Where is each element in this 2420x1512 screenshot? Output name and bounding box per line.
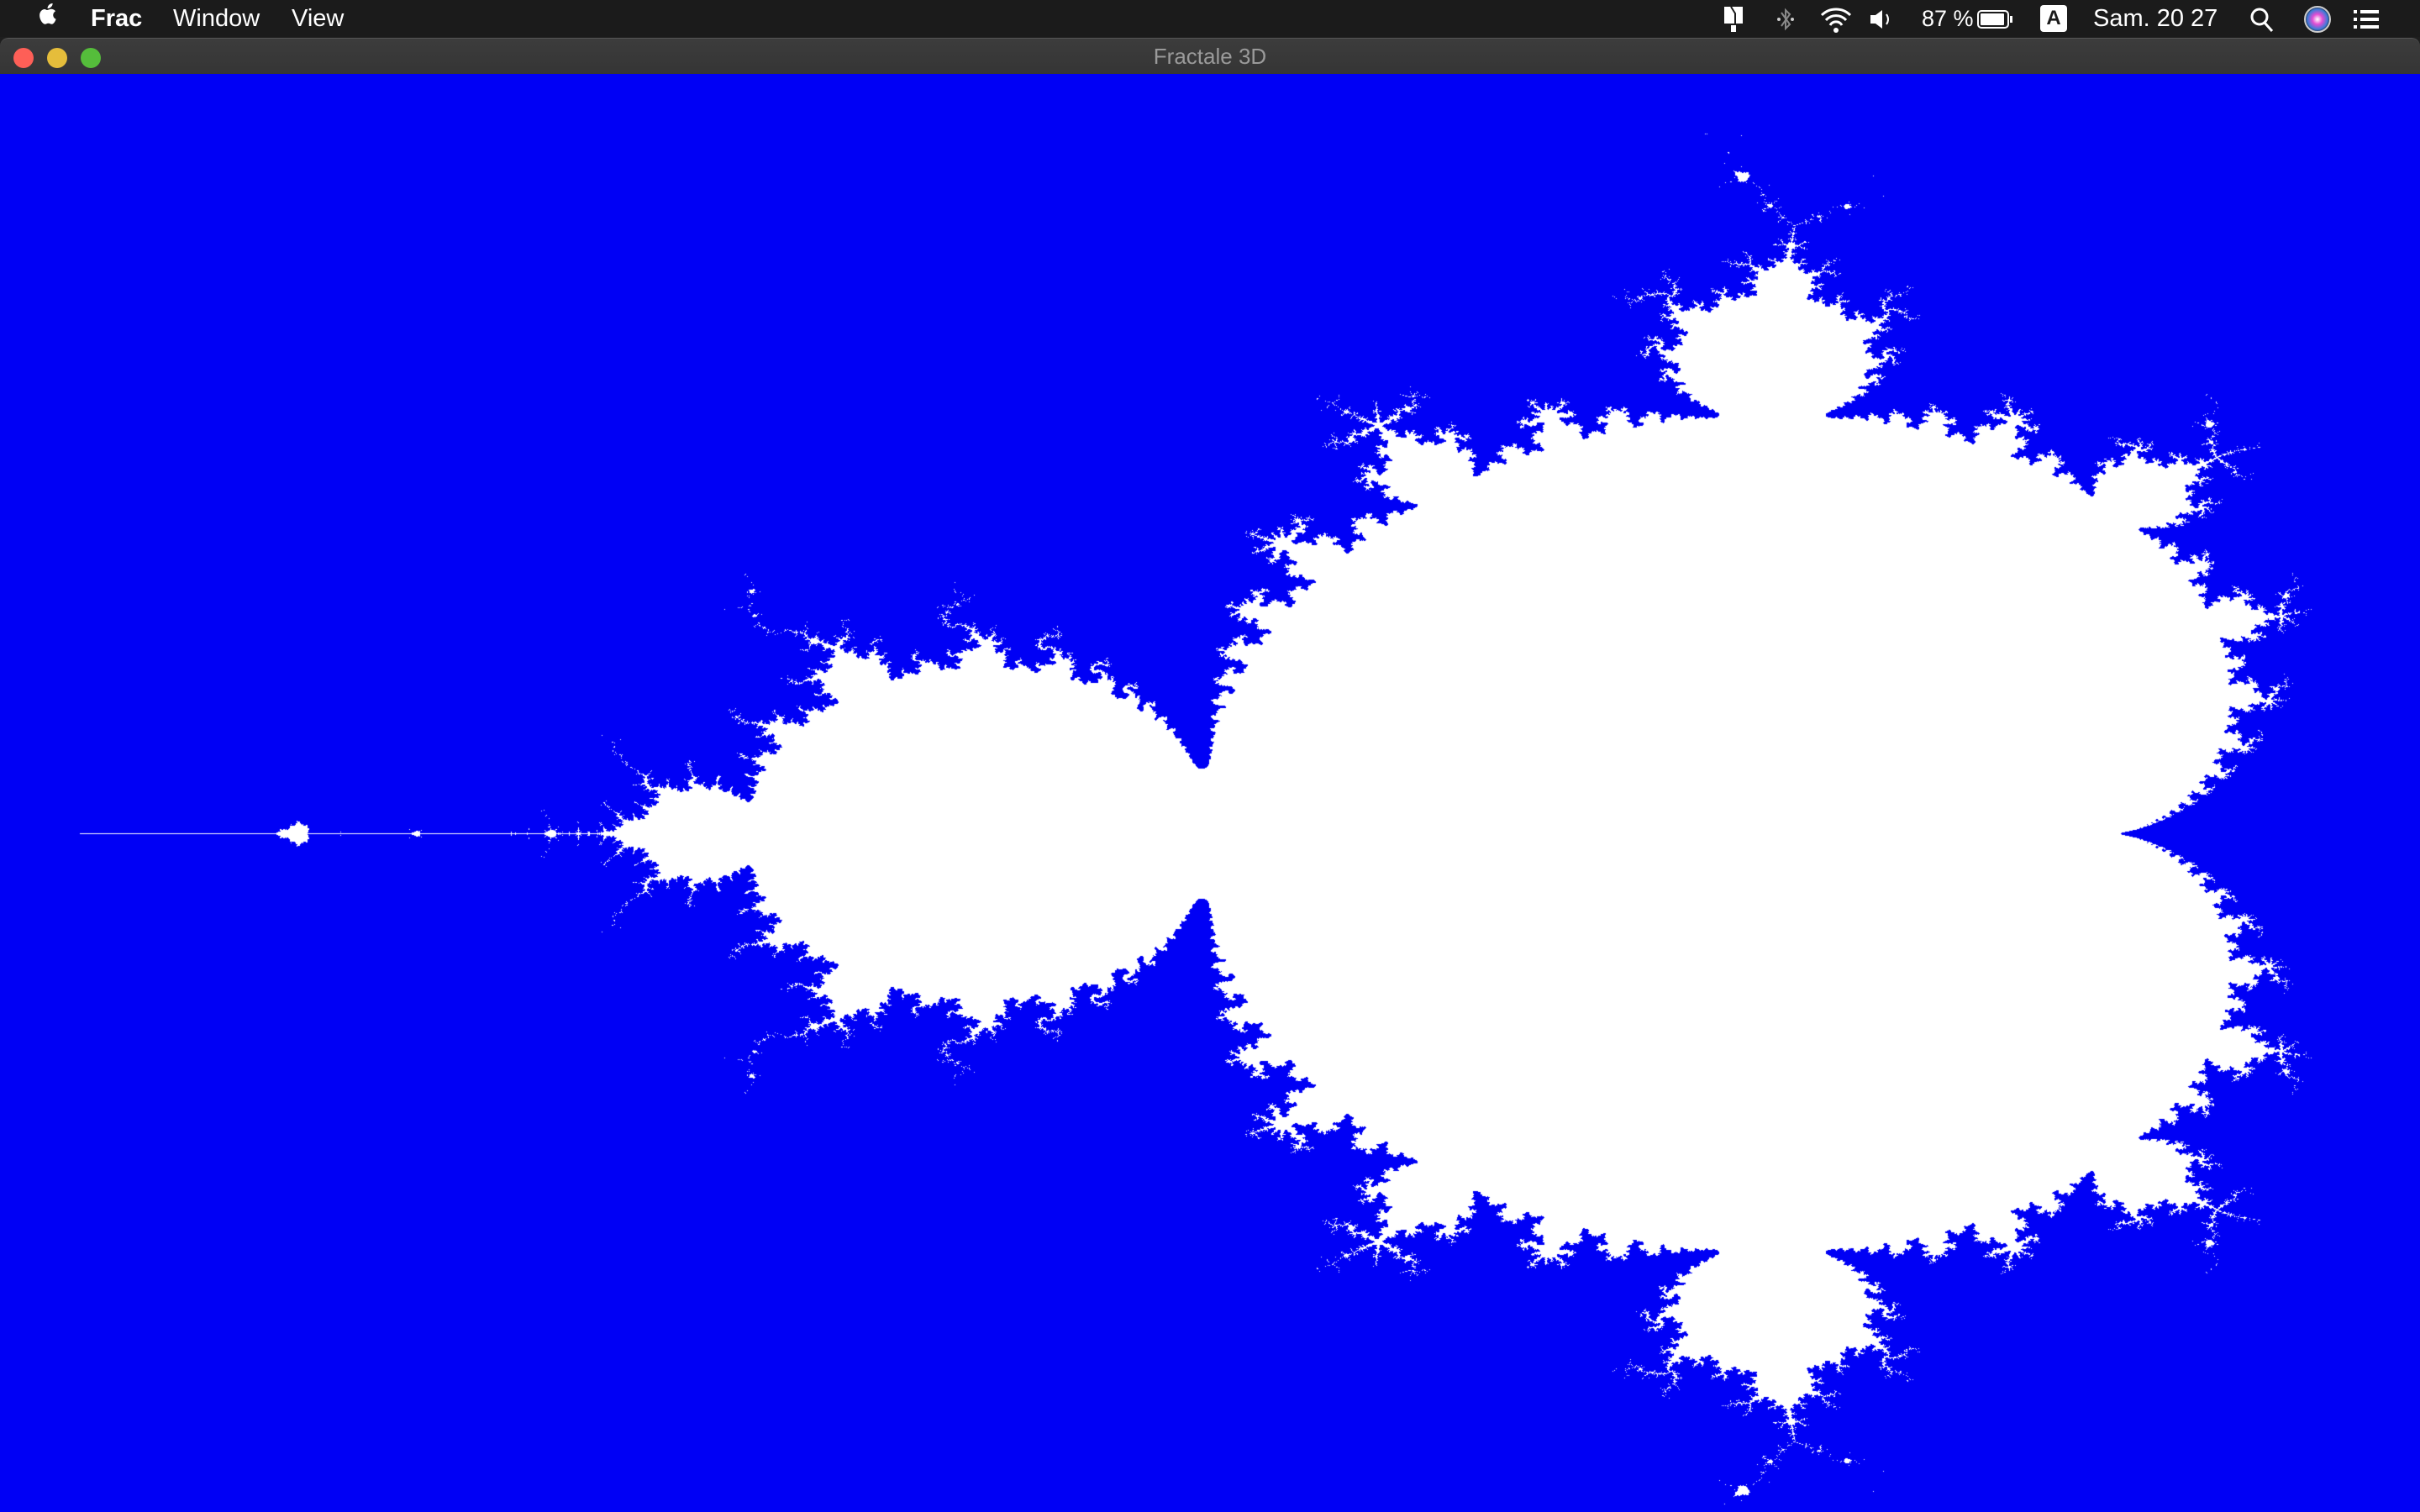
battery-percent[interactable]: 87 %	[1922, 0, 1974, 37]
spotlight-search-icon[interactable]	[2249, 5, 2275, 34]
mandelbrot-canvas[interactable]	[0, 74, 2420, 1512]
siri-icon[interactable]	[2303, 5, 2332, 34]
window-title: Fractale 3D	[1153, 44, 1267, 69]
battery-icon[interactable]	[1976, 7, 2015, 32]
clock[interactable]: Sam. 20 27	[2093, 0, 2217, 37]
menu-bar: Frac Window View 87 % A Sam. 20 27	[0, 0, 2420, 37]
bluetooth-icon[interactable]	[1776, 5, 1796, 34]
wifi-icon[interactable]	[1819, 5, 1853, 34]
notification-lamp-icon[interactable]	[1721, 5, 1746, 34]
notification-center-icon[interactable]	[2352, 5, 2382, 34]
menu-app-name[interactable]: Frac	[91, 0, 142, 37]
menu-window[interactable]: Window	[173, 0, 260, 37]
apple-menu-icon[interactable]	[35, 0, 59, 37]
fractal-view[interactable]	[0, 74, 2420, 1512]
menu-view[interactable]: View	[292, 0, 344, 37]
volume-icon[interactable]	[1869, 5, 1894, 34]
window-title-bar[interactable]: Fractale 3D	[0, 38, 2420, 75]
input-source-indicator[interactable]: A	[2040, 5, 2067, 32]
